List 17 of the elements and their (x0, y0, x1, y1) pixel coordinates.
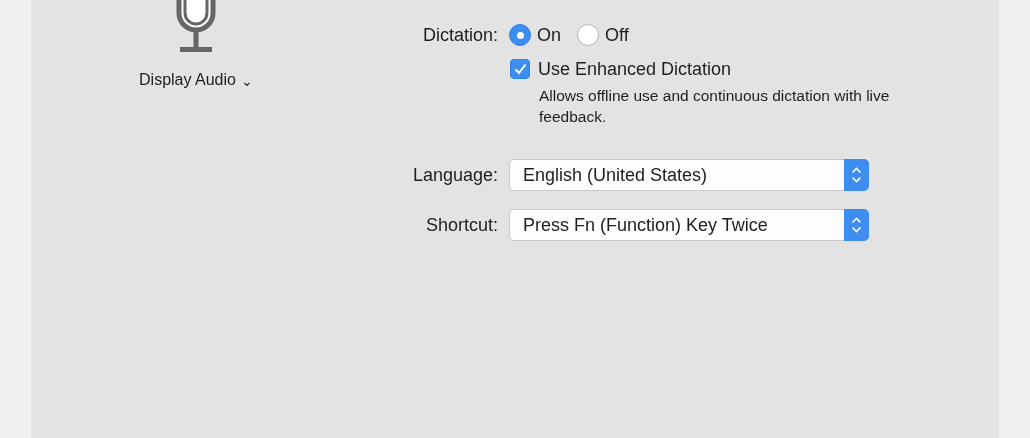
checkbox[interactable] (510, 59, 530, 79)
popup-menu[interactable]: Press Fn (Function) Key Twice (509, 209, 869, 241)
radio-button[interactable] (577, 24, 599, 46)
source-menu[interactable]: Display Audio ⌄ (139, 71, 253, 89)
up-down-arrows-icon (851, 166, 862, 184)
radio-label[interactable]: On (537, 23, 561, 47)
checkmark-icon (513, 63, 527, 75)
popup-menu[interactable]: English (United States) (509, 159, 869, 191)
field-label: Dictation: (421, 24, 498, 47)
chevron-icon: ⌄ (240, 74, 253, 86)
radio-label[interactable]: Off (605, 23, 629, 47)
checkbox-label[interactable]: Use Enhanced Dictation (538, 57, 732, 81)
field-label: Language: (411, 164, 498, 187)
radio-button[interactable] (509, 24, 531, 46)
description-text: Allows offline use and continuous dictation with live feedback. (539, 86, 891, 127)
field-label: Shortcut: (424, 214, 498, 237)
up-down-arrows-icon (851, 216, 862, 234)
